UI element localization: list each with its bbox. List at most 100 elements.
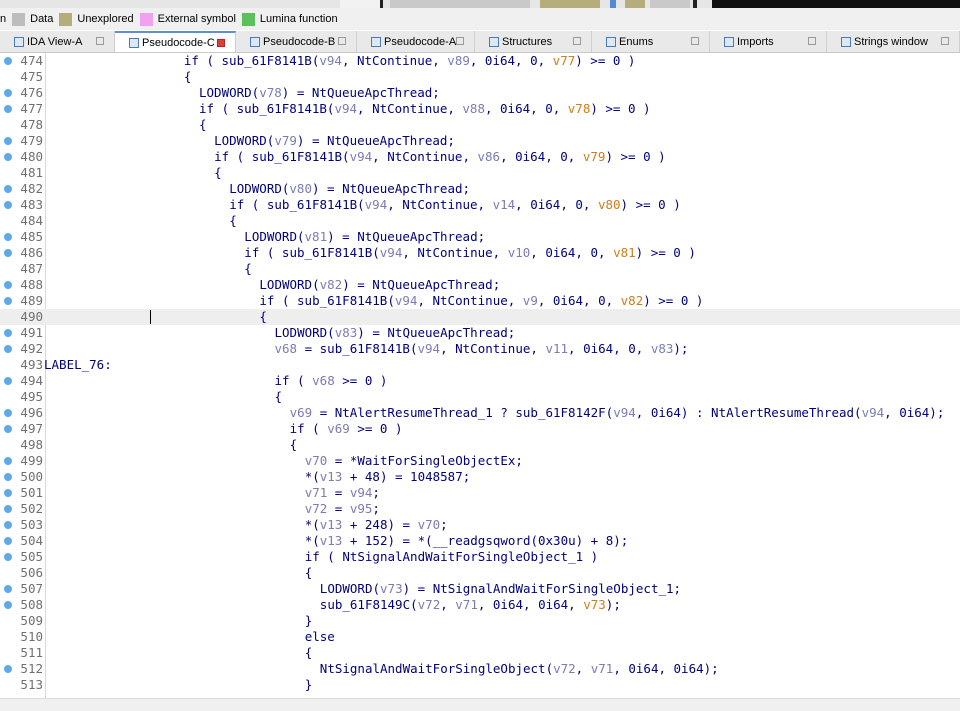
code-line[interactable]: 474 if ( sub_61F8141B(v94, NtContinue, v8… bbox=[0, 53, 960, 69]
variable-token[interactable]: v73 bbox=[583, 597, 606, 612]
code-line[interactable]: 503 *(v13 + 248) = v70; bbox=[0, 517, 960, 533]
tab-pseudocode-c[interactable]: Pseudocode-C bbox=[115, 31, 236, 52]
variable-token[interactable]: v94 bbox=[350, 149, 373, 164]
variable-token[interactable]: v94 bbox=[418, 341, 441, 356]
close-icon[interactable] bbox=[96, 37, 104, 45]
code-line[interactable]: 497 if ( v69 >= 0 ) bbox=[0, 421, 960, 437]
code-line[interactable]: 509} bbox=[0, 613, 960, 629]
variable-token[interactable]: v78 bbox=[259, 85, 282, 100]
close-icon[interactable] bbox=[217, 39, 225, 47]
variable-token[interactable]: v94 bbox=[365, 197, 388, 212]
navigation-band[interactable] bbox=[0, 0, 960, 8]
code-line[interactable]: 505 if ( NtSignalAndWaitForSingleObject_1… bbox=[0, 549, 960, 565]
variable-token[interactable]: v94 bbox=[350, 485, 373, 500]
variable-token[interactable]: v72 bbox=[553, 661, 576, 676]
code-line[interactable]: 477 if ( sub_61F8141B(v94, NtContinue, v8… bbox=[0, 101, 960, 117]
variable-token[interactable]: v78 bbox=[568, 101, 591, 116]
variable-token[interactable]: v71 bbox=[591, 661, 614, 676]
code-line[interactable]: 504 *(v13 + 152) = *(__readgsqword(0x30u)… bbox=[0, 533, 960, 549]
code-line[interactable]: 510 else bbox=[0, 629, 960, 645]
code-line[interactable]: 480 if ( sub_61F8141B(v94, NtContinue, v8… bbox=[0, 149, 960, 165]
code-line[interactable]: 475 { bbox=[0, 69, 960, 85]
code-line[interactable]: 490 { bbox=[0, 309, 960, 325]
code-line[interactable]: 500 *(v13 + 48) = 1048587; bbox=[0, 469, 960, 485]
code-line[interactable]: 491 LODWORD(v83) = NtQueueApcThread; bbox=[0, 325, 960, 341]
variable-token[interactable]: v68 bbox=[312, 373, 335, 388]
tab-pseudocode-b[interactable]: Pseudocode-B bbox=[236, 31, 357, 52]
code-line[interactable]: 484 { bbox=[0, 213, 960, 229]
variable-token[interactable]: v86 bbox=[478, 149, 501, 164]
variable-token[interactable]: v71 bbox=[455, 597, 478, 612]
variable-token[interactable]: v89 bbox=[447, 53, 470, 68]
variable-token[interactable]: v72 bbox=[418, 597, 441, 612]
code-line[interactable]: 479 LODWORD(v79) = NtQueueApcThread; bbox=[0, 133, 960, 149]
variable-token[interactable]: v94 bbox=[862, 405, 885, 420]
code-line[interactable]: 502 v72 = v95; bbox=[0, 501, 960, 517]
variable-token[interactable]: v77 bbox=[553, 53, 576, 68]
code-line[interactable]: 511 { bbox=[0, 645, 960, 661]
variable-token[interactable]: v81 bbox=[305, 229, 328, 244]
tab-structures[interactable]: Structures bbox=[475, 31, 592, 52]
variable-token[interactable]: v83 bbox=[651, 341, 674, 356]
horizontal-scrollbar[interactable] bbox=[0, 698, 960, 711]
code-line[interactable]: 482 LODWORD(v80) = NtQueueApcThread; bbox=[0, 181, 960, 197]
variable-token[interactable]: v80 bbox=[598, 197, 621, 212]
variable-token[interactable]: v94 bbox=[380, 245, 403, 260]
variable-token[interactable]: v14 bbox=[493, 197, 516, 212]
code-line[interactable]: 485 LODWORD(v81) = NtQueueApcThread; bbox=[0, 229, 960, 245]
tab-ida-view-a[interactable]: IDA View-A bbox=[0, 31, 115, 52]
code-line[interactable]: 492 v68 = sub_61F8141B(v94, NtContinue, v… bbox=[0, 341, 960, 357]
close-icon[interactable] bbox=[573, 37, 581, 45]
pseudocode-view[interactable]: 474 if ( sub_61F8141B(v94, NtContinue, v8… bbox=[0, 53, 960, 698]
tab-enums[interactable]: Enums bbox=[592, 31, 710, 52]
variable-token[interactable]: v70 bbox=[305, 453, 328, 468]
code-line[interactable]: 498 { bbox=[0, 437, 960, 453]
variable-token[interactable]: v80 bbox=[289, 181, 312, 196]
variable-token[interactable]: v72 bbox=[305, 501, 328, 516]
variable-token[interactable]: v9 bbox=[523, 293, 538, 308]
code-line[interactable]: 481 { bbox=[0, 165, 960, 181]
variable-token[interactable]: v94 bbox=[319, 53, 342, 68]
code-line[interactable]: 493 LABEL_76: bbox=[0, 357, 960, 373]
code-line[interactable]: 478 { bbox=[0, 117, 960, 133]
code-line[interactable]: 486 if ( sub_61F8141B(v94, NtContinue, v1… bbox=[0, 245, 960, 261]
variable-token[interactable]: v79 bbox=[583, 149, 606, 164]
variable-token[interactable]: v13 bbox=[320, 469, 343, 484]
tab-pseudocode-a[interactable]: Pseudocode-A bbox=[357, 31, 475, 52]
variable-token[interactable]: v81 bbox=[613, 245, 636, 260]
code-line[interactable]: 495 { bbox=[0, 389, 960, 405]
code-line[interactable]: 488 LODWORD(v82) = NtQueueApcThread; bbox=[0, 277, 960, 293]
variable-token[interactable]: v69 bbox=[290, 405, 313, 420]
code-line[interactable]: 494 if ( v68 >= 0 ) bbox=[0, 373, 960, 389]
code-line[interactable]: 499 v70 = *WaitForSingleObjectEx; bbox=[0, 453, 960, 469]
variable-token[interactable]: v82 bbox=[621, 293, 644, 308]
variable-token[interactable]: v94 bbox=[334, 101, 357, 116]
variable-token[interactable]: v10 bbox=[508, 245, 531, 260]
tab-imports[interactable]: Imports bbox=[710, 31, 827, 52]
close-icon[interactable] bbox=[941, 37, 949, 45]
variable-token[interactable]: v11 bbox=[545, 341, 568, 356]
variable-token[interactable]: v95 bbox=[350, 501, 373, 516]
variable-token[interactable]: v73 bbox=[380, 581, 403, 596]
code-line[interactable]: 476 LODWORD(v78) = NtQueueApcThread; bbox=[0, 85, 960, 101]
code-line[interactable]: 496 v69 = NtAlertResumeThread_1 ? sub_61F… bbox=[0, 405, 960, 421]
code-line[interactable]: 487 { bbox=[0, 261, 960, 277]
variable-token[interactable]: v13 bbox=[320, 533, 343, 548]
variable-token[interactable]: v83 bbox=[335, 325, 358, 340]
code-line[interactable]: 506 { bbox=[0, 565, 960, 581]
code-line[interactable]: 501 v71 = v94; bbox=[0, 485, 960, 501]
variable-token[interactable]: v94 bbox=[395, 293, 418, 308]
close-icon[interactable] bbox=[808, 37, 816, 45]
variable-token[interactable]: v82 bbox=[320, 277, 343, 292]
close-icon[interactable] bbox=[338, 37, 346, 45]
code-line[interactable]: 507 LODWORD(v73) = NtSignalAndWaitForSing… bbox=[0, 581, 960, 597]
variable-token[interactable]: v69 bbox=[327, 421, 350, 436]
close-icon[interactable] bbox=[691, 37, 699, 45]
variable-token[interactable]: v88 bbox=[462, 101, 485, 116]
code-line[interactable]: 512 NtSignalAndWaitForSingleObject(v72, v… bbox=[0, 661, 960, 677]
code-line[interactable]: 489 if ( sub_61F8141B(v94, NtContinue, v9… bbox=[0, 293, 960, 309]
variable-token[interactable]: v94 bbox=[613, 405, 636, 420]
close-icon[interactable] bbox=[456, 37, 464, 45]
variable-token[interactable]: v13 bbox=[320, 517, 343, 532]
code-line[interactable]: 508 sub_61F8149C(v72, v71, 0i64, 0i64, v7… bbox=[0, 597, 960, 613]
